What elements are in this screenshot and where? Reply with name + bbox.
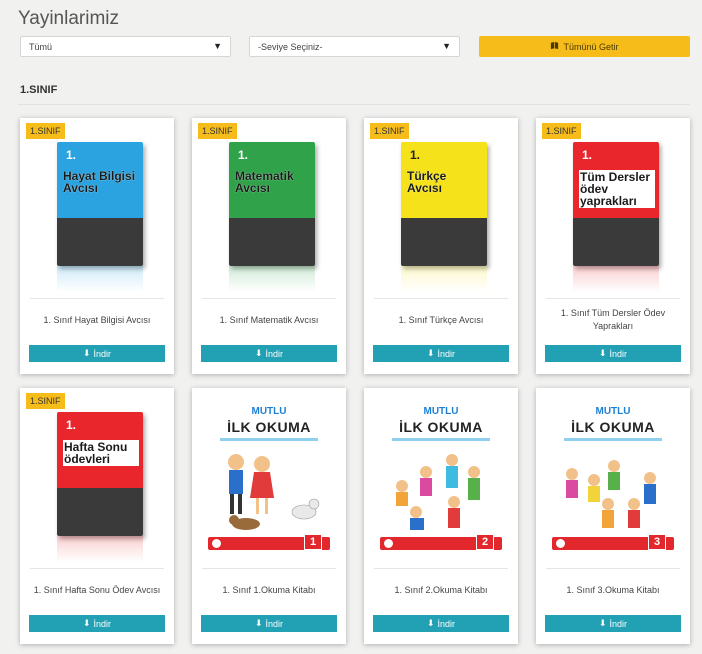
download-button[interactable]: ⬇ İndir	[201, 615, 337, 632]
book-number: 1	[304, 534, 322, 550]
download-icon: ⬇	[254, 348, 263, 358]
book-title: 1. Sınıf 1.Okuma Kitabı	[222, 584, 316, 595]
book-card: 1.SINIF 1. Hayat Bilgisi Avcısı 1. Sınıf…	[20, 118, 174, 374]
book-icon	[550, 41, 559, 52]
book-title: 1. Sınıf Tüm Dersler Ödev Yaprakları	[560, 308, 666, 331]
children-illustration	[396, 454, 480, 530]
book-cover[interactable]: 1. Türkçe Avcısı	[401, 142, 487, 266]
book-title: 1. Sınıf 2.Okuma Kitabı	[394, 584, 488, 595]
page-title: Yayinlarimiz	[18, 8, 120, 29]
download-label: İndir	[609, 618, 628, 629]
children-illustration	[228, 454, 320, 530]
category-select-value: Tümü	[29, 41, 53, 52]
fetch-all-button[interactable]: Tümünü Getir	[479, 36, 690, 57]
book-cover[interactable]: 1. Hafta Sonu ödevleri	[57, 412, 143, 536]
book-cover[interactable]: 1. Tüm Dersler ödev yaprakları	[573, 142, 659, 266]
download-button[interactable]: ⬇ İndir	[545, 615, 681, 632]
book-card: 1.SINIF 1. Türkçe Avcısı 1. Sınıf Türkçe…	[364, 118, 518, 374]
grade-badge: 1.SINIF	[370, 123, 409, 139]
level-select-value: -Seviye Seçiniz-	[258, 41, 323, 52]
download-icon: ⬇	[254, 618, 263, 628]
caret-down-icon: ▼	[442, 41, 451, 51]
fetch-all-label: Tümünü Getir	[563, 41, 619, 52]
grade-badge: 1.SINIF	[198, 123, 237, 139]
download-label: İndir	[93, 348, 112, 359]
download-icon: ⬇	[426, 348, 435, 358]
book-card: MUTLU İLK OKUMA 1 1. Sınıf 1.Okuma Kitab…	[192, 388, 346, 644]
download-button[interactable]: ⬇ İndir	[201, 345, 337, 362]
section-title: 1.SINIF	[20, 84, 58, 96]
book-cover[interactable]: 1. Hayat Bilgisi Avcısı	[57, 142, 143, 266]
book-title: 1. Sınıf Hafta Sonu Ödev Avcısı	[33, 584, 161, 595]
download-label: İndir	[93, 618, 112, 629]
book-title: 1. Sınıf Matematik Avcısı	[219, 314, 319, 325]
download-icon: ⬇	[598, 618, 607, 628]
book-number: 3	[648, 534, 666, 550]
download-icon: ⬇	[82, 618, 91, 628]
section-divider	[18, 104, 690, 105]
grade-badge: 1.SINIF	[542, 123, 581, 139]
book-cover[interactable]: MUTLU İLK OKUMA 1	[208, 406, 330, 562]
book-cover[interactable]: MUTLU İLK OKUMA 3	[552, 406, 674, 562]
download-button[interactable]: ⬇ İndir	[29, 615, 165, 632]
book-card: MUTLU İLK OKUMA 3 1. Sınıf 3.Okuma Kitab…	[536, 388, 690, 644]
download-icon: ⬇	[598, 348, 607, 358]
download-label: İndir	[437, 348, 456, 359]
download-icon: ⬇	[426, 618, 435, 628]
download-button[interactable]: ⬇ İndir	[29, 345, 165, 362]
download-button[interactable]: ⬇ İndir	[545, 345, 681, 362]
book-title: 1. Sınıf Türkçe Avcısı	[398, 314, 484, 325]
category-select[interactable]: Tümü ▼	[20, 36, 231, 57]
book-card: 1.SINIF 1. Tüm Dersler ödev yaprakları 1…	[536, 118, 690, 374]
book-card: MUTLU İLK OKUMA 2 1. Sınıf 2.Okuma Kitab…	[364, 388, 518, 644]
caret-down-icon: ▼	[213, 41, 222, 51]
level-select[interactable]: -Seviye Seçiniz- ▼	[249, 36, 460, 57]
download-label: İndir	[437, 618, 456, 629]
grade-badge: 1.SINIF	[26, 123, 65, 139]
book-card: 1.SINIF 1. Matematik Avcısı 1. Sınıf Mat…	[192, 118, 346, 374]
book-cover[interactable]: 1. Matematik Avcısı	[229, 142, 315, 266]
book-number: 2	[476, 534, 494, 550]
download-label: İndir	[265, 618, 284, 629]
book-card: 1.SINIF 1. Hafta Sonu ödevleri 1. Sınıf …	[20, 388, 174, 644]
children-illustration	[566, 460, 656, 528]
download-button[interactable]: ⬇ İndir	[373, 615, 509, 632]
download-button[interactable]: ⬇ İndir	[373, 345, 509, 362]
book-title: 1. Sınıf Hayat Bilgisi Avcısı	[43, 314, 151, 325]
book-title: 1. Sınıf 3.Okuma Kitabı	[566, 584, 660, 595]
book-cover[interactable]: MUTLU İLK OKUMA 2	[380, 406, 502, 562]
download-icon: ⬇	[82, 348, 91, 358]
grade-badge: 1.SINIF	[26, 393, 65, 409]
download-label: İndir	[609, 348, 628, 359]
download-label: İndir	[265, 348, 284, 359]
